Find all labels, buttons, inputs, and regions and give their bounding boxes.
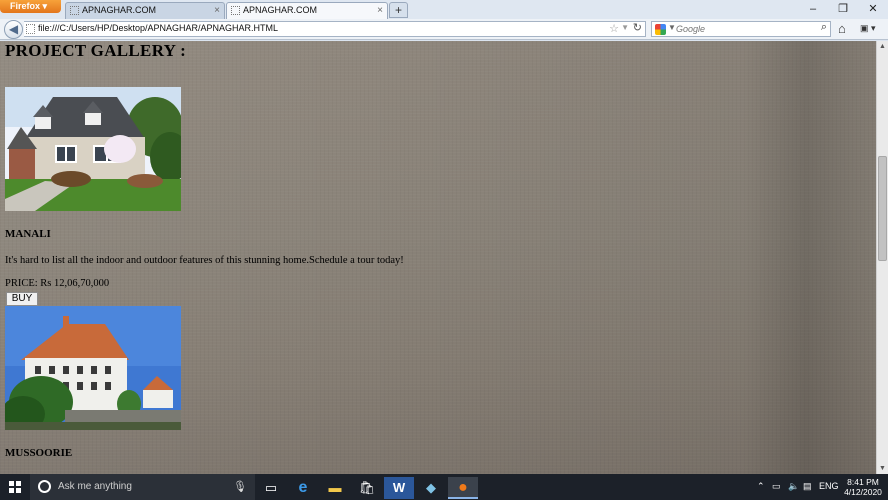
clock-time: 8:41 PM: [847, 477, 879, 487]
page-icon: [26, 24, 35, 34]
browser-titlebar: Firefox ▾ APNAGHAR.COM × APNAGHAR.COM × …: [0, 0, 888, 19]
scroll-up-icon[interactable]: ▲: [877, 41, 888, 52]
windows-start-icon[interactable]: [9, 481, 21, 493]
tab-close-icon[interactable]: ×: [377, 3, 383, 18]
cortana-icon: [38, 480, 51, 493]
bookmark-star-icon[interactable]: ☆: [609, 22, 619, 35]
clock-date: 4/12/2020: [844, 487, 882, 497]
vertical-scrollbar[interactable]: ▲ ▼: [876, 41, 888, 474]
tab-apnaghar-1[interactable]: APNAGHAR.COM ×: [65, 2, 225, 19]
word-icon[interactable]: W: [384, 477, 414, 499]
page-favicon-icon: [231, 6, 240, 15]
property-name: MUSSOORIE: [5, 447, 73, 459]
notifications-icon[interactable]: ▤: [803, 481, 812, 492]
tab-title: APNAGHAR.COM: [243, 5, 318, 15]
navigation-toolbar: ◀ file:///C:/Users/HP/Desktop/APNAGHAR/A…: [0, 19, 888, 40]
app-icon[interactable]: ◆: [416, 477, 446, 499]
search-icon[interactable]: ⌕: [821, 21, 827, 34]
microphone-icon[interactable]: 🎙: [233, 480, 247, 493]
back-button[interactable]: ◀: [4, 20, 23, 39]
firefox-taskbar-icon[interactable]: ●: [448, 477, 478, 499]
mussoorie-house-image: [5, 306, 181, 430]
minimize-button[interactable]: –: [798, 0, 828, 19]
file-explorer-icon[interactable]: ▬: [320, 477, 350, 499]
task-view-icon[interactable]: ▭: [256, 477, 286, 499]
tray-chevron-icon[interactable]: ⌃: [757, 481, 765, 492]
reload-icon[interactable]: ↻: [633, 21, 642, 34]
home-icon[interactable]: ⌂: [838, 21, 846, 36]
page-title: PROJECT GALLERY :: [5, 41, 187, 60]
edge-icon[interactable]: e: [288, 477, 318, 499]
close-window-button[interactable]: ✕: [858, 0, 888, 19]
volume-icon[interactable]: 🔈: [788, 481, 799, 492]
store-icon[interactable]: 🛍: [352, 477, 382, 499]
manali-house-image: [5, 87, 181, 211]
restore-button[interactable]: ❐: [828, 0, 858, 19]
page-content: PROJECT GALLERY : MANALI It's hard to li…: [0, 41, 876, 474]
page-favicon-icon: [70, 6, 79, 15]
url-text[interactable]: file:///C:/Users/HP/Desktop/APNAGHAR/APN…: [38, 23, 278, 33]
search-bar[interactable]: ▼ ⌕: [651, 21, 831, 37]
system-clock[interactable]: 8:41 PM 4/12/2020: [841, 477, 885, 497]
firefox-menu-button[interactable]: Firefox ▾: [0, 0, 61, 13]
tab-title: APNAGHAR.COM: [82, 5, 157, 15]
scroll-down-icon[interactable]: ▼: [877, 463, 888, 474]
new-tab-button[interactable]: +: [389, 2, 408, 18]
search-input[interactable]: [676, 23, 812, 35]
cortana-search-box[interactable]: Ask me anything 🎙: [30, 474, 255, 500]
google-icon[interactable]: [655, 24, 666, 35]
firefox-menu-label: Firefox: [10, 1, 41, 11]
tab-apnaghar-2[interactable]: APNAGHAR.COM ×: [226, 2, 388, 19]
url-history-dropdown-icon[interactable]: ▼: [621, 23, 629, 32]
url-bar[interactable]: file:///C:/Users/HP/Desktop/APNAGHAR/APN…: [24, 21, 646, 37]
addon-button[interactable]: ▣ ▾: [860, 23, 882, 35]
windows-taskbar: Ask me anything 🎙 ▭ e ▬ 🛍 W ◆ ● ⌃ ▭ 🔈 ▤ …: [0, 474, 888, 500]
property-price: PRICE: Rs 12,06,70,000: [5, 278, 110, 289]
property-name: MANALI: [5, 228, 51, 240]
search-engine-dropdown-icon[interactable]: ▼: [668, 23, 676, 32]
cortana-search-text[interactable]: Ask me anything: [58, 481, 132, 492]
scrollbar-thumb[interactable]: [878, 156, 887, 261]
tab-close-icon[interactable]: ×: [214, 3, 220, 18]
language-indicator[interactable]: ENG: [819, 481, 839, 491]
buy-button[interactable]: BUY: [6, 292, 38, 306]
property-description: It's hard to list all the indoor and out…: [5, 255, 404, 266]
battery-icon[interactable]: ▭: [772, 481, 781, 492]
